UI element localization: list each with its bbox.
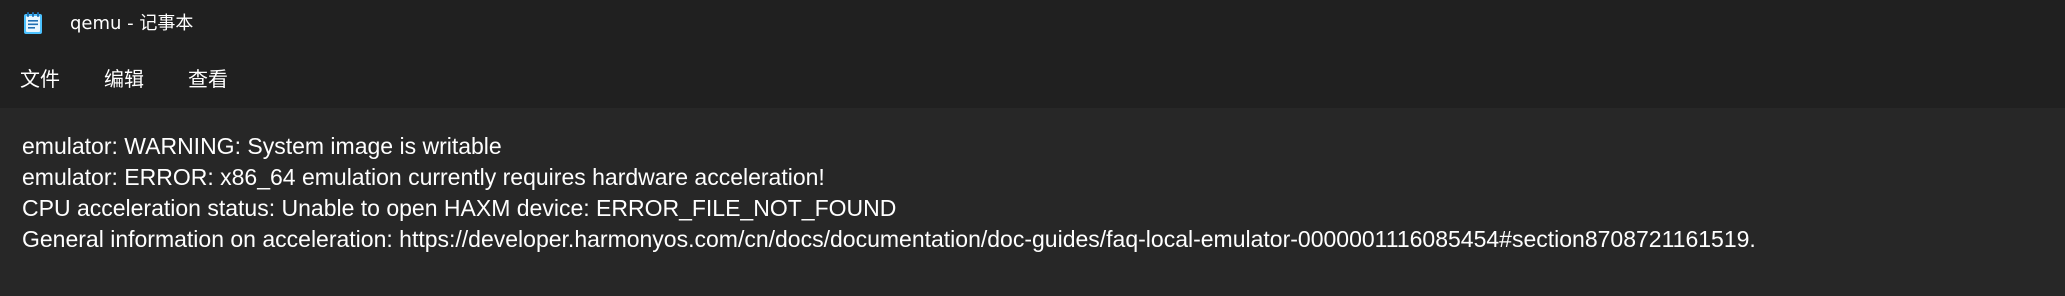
editor-content[interactable]: emulator: WARNING: System image is writa…	[22, 131, 2045, 255]
menu-file[interactable]: 文件	[18, 64, 62, 94]
title-bar[interactable]: qemu - 记事本	[0, 0, 2065, 50]
text-line[interactable]: emulator: WARNING: System image is writa…	[22, 131, 2045, 162]
menu-edit[interactable]: 编辑	[102, 64, 146, 94]
text-line[interactable]: General information on acceleration: htt…	[22, 224, 2045, 255]
menu-bar: 文件 编辑 查看	[0, 50, 2065, 108]
text-editor-area[interactable]: emulator: WARNING: System image is writa…	[0, 108, 2065, 296]
text-line[interactable]: CPU acceleration status: Unable to open …	[22, 193, 2045, 224]
text-line[interactable]: emulator: ERROR: x86_64 emulation curren…	[22, 162, 2045, 193]
window-title: qemu - 记事本	[70, 13, 194, 34]
notepad-icon	[22, 11, 44, 35]
notepad-window: qemu - 记事本 文件 编辑 查看 emulator: WARNING: S…	[0, 0, 2065, 296]
menu-view[interactable]: 查看	[186, 64, 230, 94]
